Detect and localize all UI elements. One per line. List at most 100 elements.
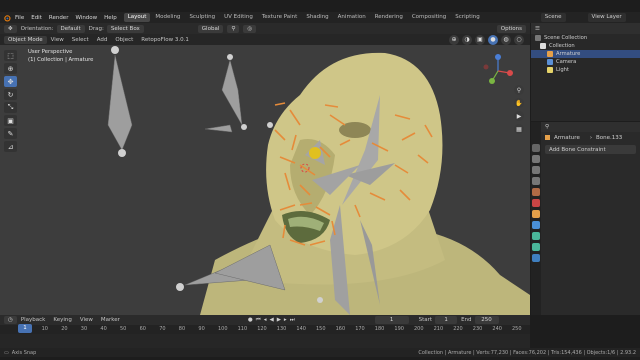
snap-icon[interactable]: ⚲ <box>227 24 240 33</box>
object-mode-dropdown[interactable]: Object Mode <box>4 35 47 44</box>
scene-selector[interactable]: Scene <box>540 13 566 22</box>
orientation-dropdown[interactable]: Default <box>56 24 85 33</box>
scale-tool-icon[interactable]: ⤡ <box>4 102 17 113</box>
world-tab-icon[interactable] <box>532 199 540 207</box>
view-layer-selector[interactable]: View Layer <box>587 13 626 22</box>
object-tab-icon[interactable] <box>532 210 540 218</box>
workspace-tab-sculpting[interactable]: Sculpting <box>185 13 219 22</box>
current-frame-field[interactable]: 1 <box>374 316 409 324</box>
pan-hand-icon[interactable]: ✋ <box>514 98 524 108</box>
zoom-icon[interactable]: ⚲ <box>514 85 524 95</box>
next-keyframe-icon[interactable]: ▸ <box>284 317 287 324</box>
output-tab-icon[interactable] <box>532 166 540 174</box>
mouse-icon: ▭ <box>4 349 9 356</box>
transform-tool-icon[interactable]: ▣ <box>4 115 17 126</box>
viewport-menu-view[interactable]: View <box>51 37 64 43</box>
menu-render[interactable]: Render <box>49 15 69 21</box>
material-shading-icon[interactable]: ◍ <box>501 34 511 45</box>
viewport-menu-add[interactable]: Add <box>97 37 108 43</box>
3d-viewport[interactable]: User Perspective (1) Collection | Armatu… <box>0 45 530 315</box>
start-frame-field[interactable]: 1 <box>435 316 458 324</box>
outliner-item-camera[interactable]: Camera <box>531 58 640 66</box>
workspace-tab-layout[interactable]: Layout <box>123 13 151 22</box>
viewport-menu-object[interactable]: Object <box>115 37 133 43</box>
workspace-tab-rendering[interactable]: Rendering <box>371 13 407 22</box>
outliner-panel: ☰ Scene Collection Collection Armature C… <box>531 23 640 121</box>
timeline-menu-playback[interactable]: Playback <box>21 317 46 323</box>
ruler-tick: 110 <box>237 326 248 332</box>
solid-shading-icon[interactable]: ● <box>488 34 498 45</box>
play-reverse-icon[interactable]: ◀ <box>269 317 273 324</box>
outliner-scene-collection[interactable]: Scene Collection <box>531 34 640 42</box>
annotate-tool-icon[interactable]: ✎ <box>4 128 17 139</box>
menu-edit[interactable]: Edit <box>31 15 42 21</box>
menu-help[interactable]: Help <box>104 15 117 21</box>
view-layer-tab-icon[interactable] <box>532 177 540 185</box>
tool-tab-icon[interactable] <box>532 144 540 152</box>
rotate-tool-icon[interactable]: ↻ <box>4 89 17 100</box>
armature-label: Armature <box>556 51 581 57</box>
overlays-icon[interactable]: ◑ <box>462 34 472 45</box>
select-box-tool-icon[interactable]: ⬚ <box>4 50 17 61</box>
move-tool-icon[interactable]: ✥ <box>4 76 17 87</box>
retopoflow-menu[interactable]: RetopoFlow 3.0.1 <box>141 37 189 43</box>
outliner-item-armature[interactable]: Armature <box>531 50 640 58</box>
rendered-shading-icon[interactable]: ○ <box>514 34 524 45</box>
play-icon[interactable]: ▶ <box>277 317 281 324</box>
workspace-tab-compositing[interactable]: Compositing <box>408 13 450 22</box>
timeline-menu-keying[interactable]: Keying <box>53 317 71 323</box>
outliner-filter-icon[interactable]: ☰ <box>535 26 540 32</box>
prev-keyframe-icon[interactable]: ◂ <box>264 317 267 324</box>
timeline-menu-view[interactable]: View <box>80 317 93 323</box>
drag-dropdown[interactable]: Select Box <box>106 24 144 33</box>
physics-tab-icon[interactable] <box>532 221 540 229</box>
ruler-tick: 10 <box>41 326 48 332</box>
data-tab-icon[interactable] <box>532 232 540 240</box>
jump-start-icon[interactable]: ⏮ <box>256 317 261 324</box>
xray-icon[interactable]: ▣ <box>475 34 485 45</box>
properties-search[interactable]: ⚲ <box>531 122 640 132</box>
menu-file[interactable]: File <box>15 15 24 21</box>
properties-breadcrumb: Armature › Bone.133 <box>531 132 640 143</box>
menu-window[interactable]: Window <box>75 15 97 21</box>
show-gizmo-icon[interactable]: ⊕ <box>449 34 459 45</box>
perspective-toggle-icon[interactable]: ▦ <box>514 124 524 134</box>
timeline-ruler[interactable]: 1102030405060708090100110120130140150160… <box>0 325 530 334</box>
viewport-menu-select[interactable]: Select <box>72 37 89 43</box>
end-frame-field[interactable]: 250 <box>474 316 499 324</box>
outliner-item-light[interactable]: Light <box>531 66 640 74</box>
transform-orientation-dropdown[interactable]: Global <box>197 24 224 33</box>
outliner-collection[interactable]: Collection <box>531 42 640 50</box>
workspace-tab-uv-editing[interactable]: UV Editing <box>220 13 257 22</box>
measure-tool-icon[interactable]: ⊿ <box>4 141 17 152</box>
workspace-tab-texture-paint[interactable]: Texture Paint <box>258 13 302 22</box>
ruler-tick: 180 <box>374 326 385 332</box>
proportional-edit-icon[interactable]: ◎ <box>243 24 257 33</box>
drag-label: Drag: <box>88 25 104 32</box>
timeline-editor-type-icon[interactable]: ◷ <box>4 316 17 324</box>
floating-bones <box>107 54 286 291</box>
playhead[interactable]: 1 <box>18 324 32 333</box>
navigation-gizmo[interactable] <box>480 53 516 89</box>
add-bone-constraint-dropdown[interactable]: Add Bone Constraint <box>545 145 636 154</box>
blender-logo-icon[interactable] <box>3 14 11 22</box>
workspace-tab-animation[interactable]: Animation <box>334 13 370 22</box>
transform-pivot-icon[interactable]: ✥ <box>4 24 17 33</box>
ruler-tick: 220 <box>453 326 463 332</box>
timeline-menu-marker[interactable]: Marker <box>101 317 120 323</box>
camera-view-icon[interactable]: ▶ <box>514 111 524 121</box>
scene-tab-icon[interactable] <box>532 188 540 196</box>
bone-tab-icon[interactable] <box>532 243 540 251</box>
jump-end-icon[interactable]: ⏭ <box>290 317 295 324</box>
options-dropdown[interactable]: Options <box>496 24 526 33</box>
camera-icon <box>547 59 553 65</box>
ruler-tick: 30 <box>80 326 88 332</box>
workspace-tab-scripting[interactable]: Scripting <box>451 13 483 22</box>
cursor-tool-icon[interactable]: ⊕ <box>4 63 17 74</box>
record-button-icon[interactable]: ● <box>248 317 253 324</box>
workspace-tab-shading[interactable]: Shading <box>302 13 332 22</box>
workspace-tab-modeling[interactable]: Modeling <box>151 13 184 22</box>
render-tab-icon[interactable] <box>532 155 540 163</box>
ruler-tick: 150 <box>316 326 326 332</box>
bone-constraint-tab-icon[interactable] <box>532 254 540 262</box>
